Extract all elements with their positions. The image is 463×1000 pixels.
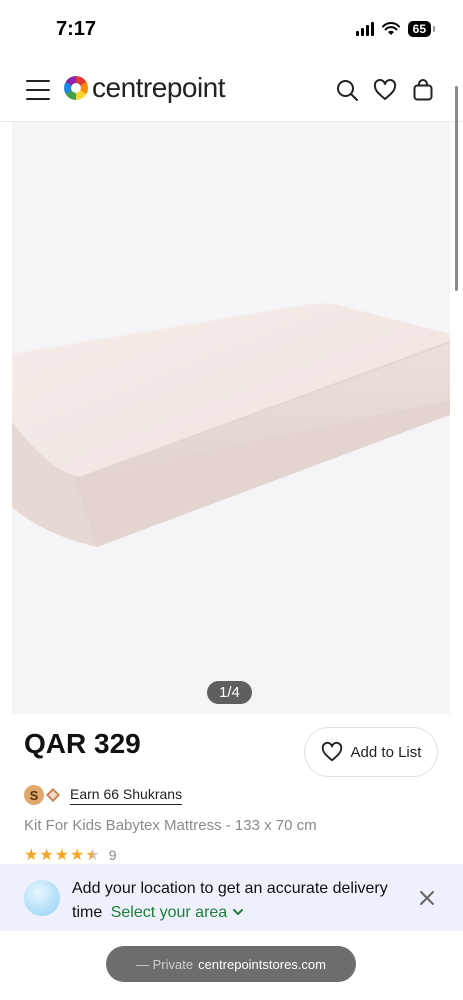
location-message: Add your location to get an accurate del… xyxy=(72,877,402,925)
status-time: 7:17 xyxy=(56,18,97,40)
bag-icon[interactable] xyxy=(411,78,435,102)
browser-url-bar[interactable]: — Private centrepointstores.com xyxy=(106,946,356,982)
logo-text: centrepoint xyxy=(92,72,226,103)
product-rating[interactable]: ★ ★ ★ ★ ★ 9 xyxy=(24,845,117,865)
menu-icon[interactable] xyxy=(26,80,50,100)
signal-icon xyxy=(355,22,374,36)
close-icon[interactable] xyxy=(419,890,435,906)
select-area-link[interactable]: Select your area xyxy=(111,904,244,921)
product-price: QAR 329 xyxy=(24,728,141,759)
shukran-diamond-icon xyxy=(45,787,61,803)
star-icon: ★ xyxy=(39,847,54,864)
select-area-label: Select your area xyxy=(110,904,228,921)
add-to-list-label: Add to List xyxy=(350,743,422,761)
star-icon: ★ xyxy=(54,847,70,864)
logo[interactable]: centrepoint xyxy=(64,72,226,104)
shukran-rewards[interactable]: S Earn 66 Shukrans xyxy=(24,785,183,805)
heart-icon xyxy=(321,741,342,762)
product-image-gallery[interactable]: 1/4 xyxy=(12,122,450,714)
battery-icon: 65 xyxy=(407,21,436,37)
half-star-icon: ★ xyxy=(85,847,100,864)
scroll-indicator[interactable] xyxy=(455,86,458,291)
add-to-list-button[interactable]: Add to List xyxy=(304,727,438,777)
wifi-icon xyxy=(381,22,400,35)
private-label: — Private xyxy=(136,956,194,972)
header-actions xyxy=(335,78,435,102)
url-domain: centrepointstores.com xyxy=(198,956,326,972)
product-image xyxy=(12,303,450,547)
status-bar: 7:17 65 xyxy=(0,0,463,60)
shukran-coin-icon: S xyxy=(24,785,44,805)
image-pager: 1/4 xyxy=(207,681,252,704)
chevron-down-icon xyxy=(232,909,243,916)
search-icon[interactable] xyxy=(335,78,359,102)
status-icons: 65 xyxy=(355,21,436,37)
shukran-label[interactable]: Earn 66 Shukrans xyxy=(70,786,183,805)
star-icon: ★ xyxy=(24,847,39,864)
logo-mark-icon xyxy=(64,76,88,100)
star-icon: ★ xyxy=(70,847,85,864)
heart-icon[interactable] xyxy=(373,78,397,102)
rating-count: 9 xyxy=(108,847,117,863)
product-title: Kit For Kids Babytex Mattress - 133 x 70… xyxy=(24,817,317,834)
location-banner: Add your location to get an accurate del… xyxy=(0,864,463,931)
site-header: centrepoint xyxy=(0,62,463,122)
location-pin-icon xyxy=(24,880,60,916)
